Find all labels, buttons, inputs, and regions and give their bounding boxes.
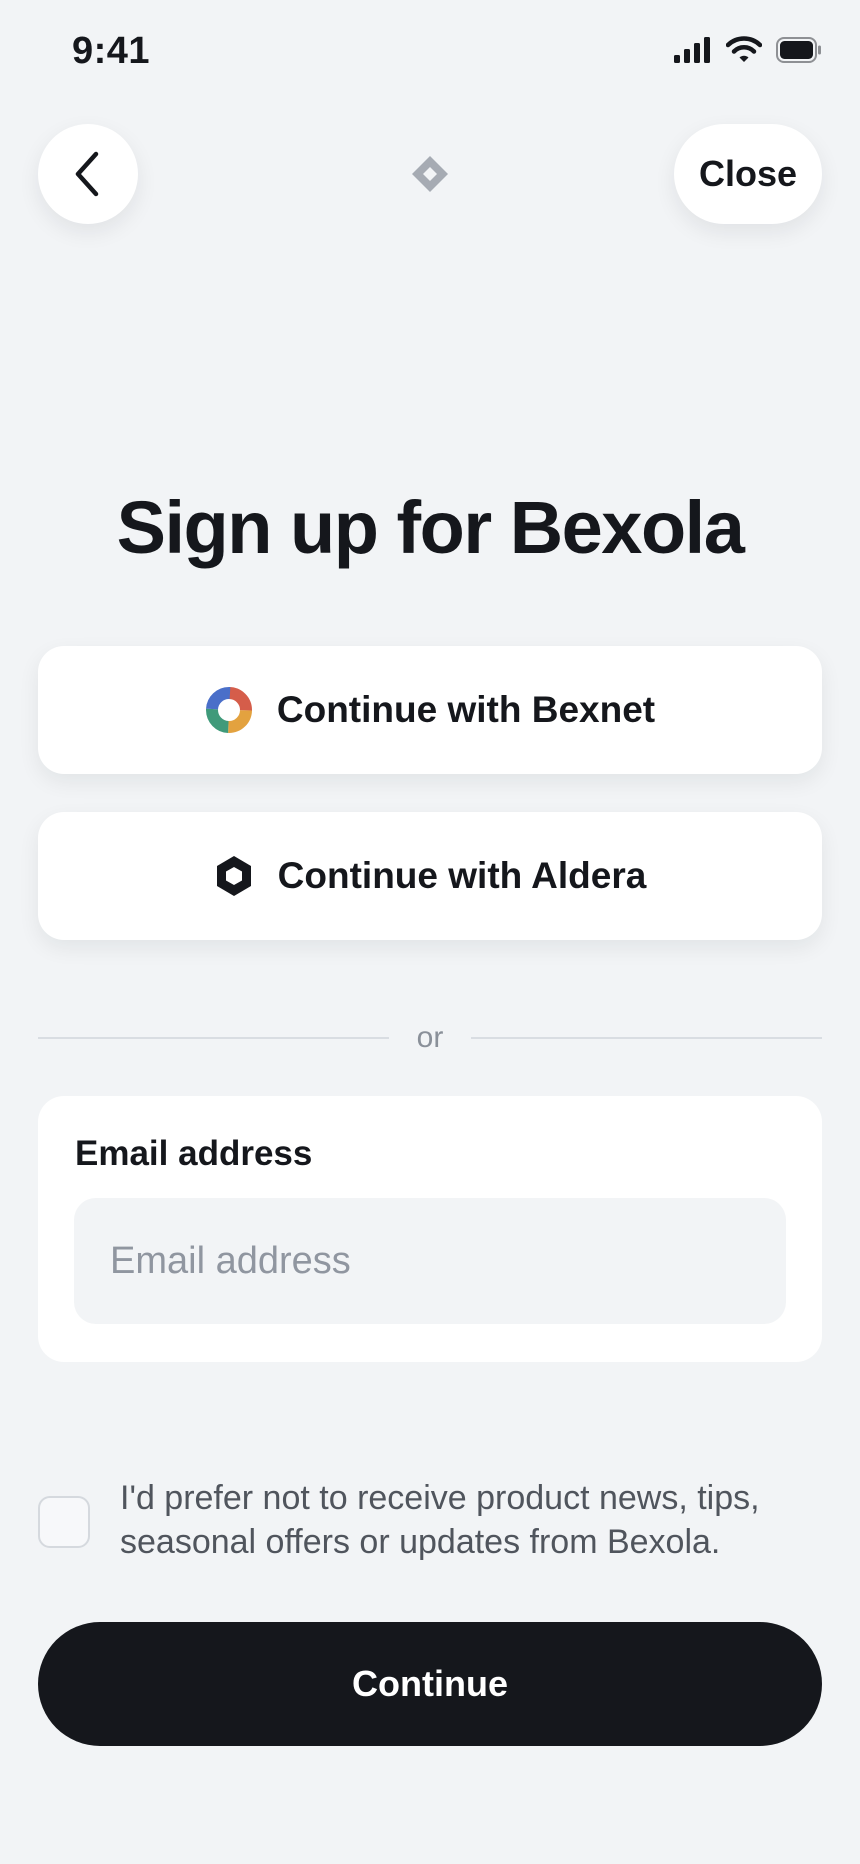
continue-button[interactable]: Continue (38, 1622, 822, 1746)
aldera-hexagon-icon (216, 856, 251, 896)
battery-icon (776, 37, 821, 63)
opt-out-text-line-1: I'd prefer not to receive product news, … (120, 1479, 760, 1517)
wifi-icon (726, 36, 762, 62)
email-input[interactable] (74, 1198, 786, 1324)
email-card: Email address (38, 1096, 822, 1362)
signal-icon (674, 37, 710, 63)
continue-with-bexnet-button[interactable]: Continue with Bexnet (38, 646, 822, 774)
chevron-left-icon (75, 151, 99, 197)
divider-line-right (471, 1037, 822, 1039)
continue-with-aldera-button[interactable]: Continue with Aldera (38, 812, 822, 940)
close-button[interactable]: Close (674, 124, 822, 224)
email-label: Email address (75, 1134, 313, 1173)
opt-out-checkbox[interactable] (38, 1496, 90, 1548)
status-icons (674, 36, 822, 64)
bexnet-button-label: Continue with Bexnet (276, 689, 656, 730)
diamond-logo-icon (412, 156, 448, 192)
divider-line-left (38, 1037, 389, 1039)
page-title: Sign up for Bexola (116, 486, 745, 569)
aldera-button-label: Continue with Aldera (277, 855, 647, 896)
marketing-opt-out: I'd prefer not to receive product news, … (38, 1476, 822, 1564)
status-time: 9:41 (72, 30, 151, 72)
or-divider: or (38, 1018, 822, 1058)
back-button[interactable] (38, 124, 138, 224)
opt-out-text: I'd prefer not to receive product news, … (120, 1476, 760, 1564)
bexnet-ring-icon (205, 687, 252, 733)
opt-out-text-line-2: seasonal offers or updates from Bexola. (120, 1523, 721, 1561)
divider-text: or (416, 1021, 444, 1054)
status-bar: 9:41 (0, 0, 860, 106)
